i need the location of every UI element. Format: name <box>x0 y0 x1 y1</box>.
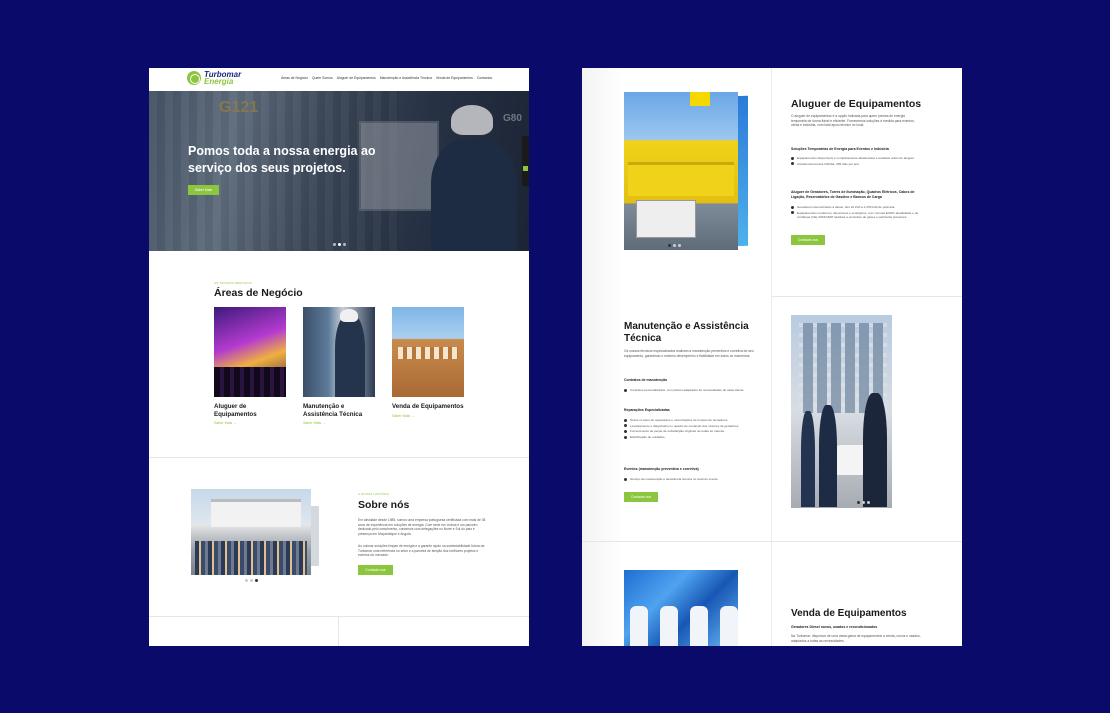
slider-dot[interactable] <box>867 501 870 504</box>
aluguer-paragraph: O aluguer de equipamentos é a opção indi… <box>791 114 915 127</box>
blue-generators-image <box>624 570 738 646</box>
nav-item-areas[interactable]: Áreas de Negócio <box>281 76 308 80</box>
hero-saber-mais-button[interactable]: Saber Mais <box>188 185 219 195</box>
concert-image <box>214 307 286 397</box>
nav-item-contactos[interactable]: Contactos <box>477 76 492 80</box>
slider-dot[interactable] <box>343 243 346 246</box>
about-title: Sobre nós <box>358 499 410 511</box>
aluguer-subtitle-1: Soluções Temporárias de Energia para Eve… <box>791 147 889 151</box>
manutencao-list-1: Contratos personalizados, com planos ada… <box>624 388 754 394</box>
hero-title: Pomos toda a nossa energia ao serviço do… <box>188 144 376 175</box>
list-item: Serviço de manutenção e assistência técn… <box>624 477 754 482</box>
manutencao-subtitle-2: Reparações Especializadas <box>624 408 670 412</box>
card-title: Manutenção e Assistência Técnica <box>303 403 363 418</box>
about-slider-dots <box>245 579 258 582</box>
aluguer-slider-dots <box>668 244 681 247</box>
about-paragraph-2: Ao colocar soluções limpas de energia e … <box>358 544 485 558</box>
list-item: Eletrificação de unidades. <box>624 435 754 439</box>
logo-line-2: Energia <box>204 77 234 86</box>
manutencao-list-3: Serviço de manutenção e assistência técn… <box>624 477 754 483</box>
card-saber-mais-link[interactable]: Saber Mais → <box>392 414 464 418</box>
hero-slider-dots <box>333 243 346 246</box>
areas-title: Áreas de Negócio <box>214 287 303 299</box>
venda-title: Venda de Equipamentos <box>791 608 907 619</box>
contactos-side-tab[interactable] <box>522 136 529 186</box>
manutencao-slider-dots <box>857 501 870 504</box>
aluguer-list-1: Equipamentos disponíveis e completamente… <box>791 156 921 167</box>
nav-links: Áreas de Negócio Quem Somos Aluguer de E… <box>281 76 492 80</box>
hero-banner: G121 G80 Pomos toda a nossa energia ao s… <box>149 91 529 251</box>
list-item: Geradores insonorizados a diesel, dos 10… <box>791 205 921 210</box>
top-navigation: Turbomar Energia Áreas de Negócio Quem S… <box>149 68 529 91</box>
slider-dot[interactable] <box>673 244 676 247</box>
slider-dot[interactable] <box>245 579 248 582</box>
manutencao-list-2: Todos os tipos de reparações e motorizaç… <box>624 418 754 440</box>
about-contact-button[interactable]: Contacte-nos <box>358 565 393 575</box>
services-page-screenshot: Aluguer de Equipamentos O aluguer de equ… <box>582 68 962 646</box>
nav-item-venda[interactable]: Venda de Equipamentos <box>436 76 473 80</box>
phone-icon <box>523 166 528 171</box>
card-aluguer[interactable]: Aluguer de Equipamentos Saber Mais → <box>214 307 286 425</box>
nav-item-aluguer[interactable]: Aluguer de Equipamentos <box>337 76 376 80</box>
list-item: Assistência técnica 24h/dia, 365 dias po… <box>791 162 921 166</box>
aluguer-subtitle-2: Aluguer de Geradores, Torres de Iluminaç… <box>791 190 915 199</box>
turbomar-logo[interactable]: Turbomar Energia <box>187 71 241 86</box>
card-title: Aluguer de Equipamentos <box>214 403 257 418</box>
areas-eyebrow: OS NOSSOS SERVIÇOS <box>214 281 252 285</box>
about-paragraph-1: Em atividade desde 1985, somos uma empre… <box>358 518 486 536</box>
manutencao-subtitle-3: Eventos (manutenção preventiva e correti… <box>624 467 699 471</box>
about-section: A NOSSA HISTÓRIA Sobre nós Em atividade … <box>149 458 529 616</box>
nav-item-quem-somos[interactable]: Quem Somos <box>312 76 333 80</box>
list-item: Equipamentos modernos, silenciosos e eco… <box>791 211 921 220</box>
logo-mark-icon <box>187 71 201 85</box>
list-item: Equipamentos disponíveis e completamente… <box>791 156 921 161</box>
list-item: Todos os tipos de reparações e motorizaç… <box>624 418 754 423</box>
slider-dot[interactable] <box>678 244 681 247</box>
card-title: Venda de Equipamentos <box>392 403 464 410</box>
section-divider <box>582 541 962 542</box>
about-eyebrow: A NOSSA HISTÓRIA <box>358 492 390 496</box>
column-divider <box>771 68 772 646</box>
slider-dot[interactable] <box>862 501 865 504</box>
yellow-flag <box>690 92 710 106</box>
list-item: Fornecimento de peças de substituição or… <box>624 429 754 434</box>
slider-dot-active[interactable] <box>857 501 860 504</box>
technician-image <box>303 307 375 397</box>
aluguer-title: Aluguer de Equipamentos <box>791 98 922 110</box>
card-saber-mais-link[interactable]: Saber Mais → <box>214 421 286 425</box>
manutencao-title: Manutenção e Assistência Técnica <box>624 321 749 344</box>
aluguer-list-2: Geradores insonorizados a diesel, dos 10… <box>791 205 921 220</box>
card-saber-mais-link[interactable]: Saber Mais → <box>303 421 375 425</box>
slider-dot[interactable] <box>333 243 336 246</box>
card-venda[interactable]: Venda de Equipamentos Saber Mais → <box>392 307 464 418</box>
team-technicians-image <box>791 315 892 508</box>
venda-subtitle: Geradores Diesel novos, usados e recondi… <box>791 625 878 629</box>
generator-trailer-image <box>624 92 738 250</box>
list-item: Contratos personalizados, com planos ada… <box>624 388 754 393</box>
nav-item-manutencao[interactable]: Manutenção e Assistência Técnica <box>380 76 432 80</box>
slider-dot[interactable] <box>250 579 253 582</box>
homepage-screenshot: Turbomar Energia Áreas de Negócio Quem S… <box>149 68 529 646</box>
list-item: Levantamento e diagnóstico no quadro de … <box>624 424 754 428</box>
venda-paragraph: Na Turbomar, dispomos de uma vasta gama … <box>791 634 921 643</box>
slider-dot-active[interactable] <box>255 579 258 582</box>
section-divider <box>772 296 962 297</box>
aluguer-contact-button[interactable]: Contacte-nos <box>791 235 825 245</box>
manutencao-subtitle-1: Contratos de manutenção <box>624 378 668 382</box>
team-photo <box>191 489 311 575</box>
business-areas-section: OS NOSSOS SERVIÇOS Áreas de Negócio Alug… <box>149 251 529 457</box>
slider-dot-active[interactable] <box>338 243 341 246</box>
section-divider <box>149 616 529 617</box>
manutencao-paragraph: Os nossos técnicos especializados realiz… <box>624 349 754 358</box>
slider-dot-active[interactable] <box>668 244 671 247</box>
manutencao-contact-button[interactable]: Contacte-nos <box>624 492 658 502</box>
card-manutencao[interactable]: Manutenção e Assistência Técnica Saber M… <box>303 307 375 425</box>
venue-image <box>392 307 464 397</box>
